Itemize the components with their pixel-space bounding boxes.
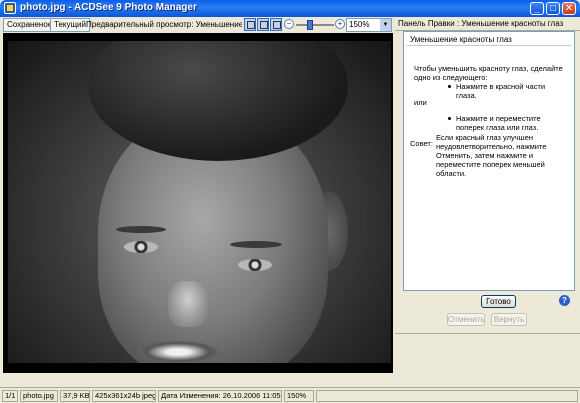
edit-panel-header: Панель Правки : Уменьшение красноты глаз [395, 17, 580, 31]
zoom-slider-thumb[interactable] [307, 20, 313, 30]
photo-right-brow [230, 241, 282, 248]
photo-right-eye[interactable] [238, 259, 272, 271]
edit-panel-footer [395, 333, 580, 373]
instruction-bullet-2: Нажмите и переместите поперек глаза или … [456, 114, 541, 132]
status-filename: photo.jpg [20, 390, 58, 402]
undo-button[interactable]: Отменить [447, 313, 485, 326]
single-view-icon[interactable] [270, 18, 282, 31]
photo-left-eye[interactable] [124, 241, 158, 253]
title-bar: photo.jpg - ACDSee 9 Photo Manager _ □ ✕ [0, 0, 580, 17]
edit-panel-body: Уменьшение красноты глаз Чтобы уменьшить… [403, 31, 575, 291]
chevron-down-icon[interactable]: ▼ [380, 19, 391, 31]
split-horizontal-icon[interactable] [257, 18, 269, 31]
minimize-button[interactable]: _ [530, 2, 544, 15]
photo-left-brow [116, 226, 166, 233]
status-modified-date: Дата Изменения: 26.10.2006 11:05:30 [158, 390, 282, 402]
bullet-icon [448, 85, 451, 88]
preview-toolbar: Сохраненое Текущий Предварительный просм… [2, 17, 392, 33]
tip-label: Совет: [410, 139, 433, 148]
preview-label: Предварительный просмотр: Уменьшение кра… [86, 20, 242, 29]
help-icon[interactable]: ? [559, 295, 570, 306]
image-preview-pane[interactable] [3, 33, 393, 373]
photo-image[interactable] [8, 41, 391, 363]
divider [407, 45, 571, 46]
maximize-button[interactable]: □ [546, 2, 560, 15]
status-bar: 1/1 photo.jpg 37,9 KB 425x361x24b jpeg Д… [0, 387, 580, 403]
status-zoom: 150% [284, 390, 314, 402]
zoom-value: 150% [349, 20, 370, 29]
close-button[interactable]: ✕ [562, 2, 576, 15]
status-filesize: 37,9 KB [60, 390, 90, 402]
instruction-bullet-1: Нажмите в красной части глаза. [456, 82, 546, 100]
zoom-out-button[interactable]: − [284, 19, 294, 29]
status-dimensions: 425x361x24b jpeg [92, 390, 156, 402]
bullet-icon [448, 117, 451, 120]
tip-text: Если красный глаз улучшен неудовлетворит… [436, 133, 547, 178]
done-button[interactable]: Готово [481, 295, 516, 308]
tool-title: Уменьшение красноты глаз [410, 35, 512, 44]
window-title: photo.jpg - ACDSee 9 Photo Manager [20, 2, 197, 13]
saved-view-button[interactable]: Сохраненое [3, 18, 57, 32]
photo-nose [168, 281, 208, 327]
redo-button[interactable]: Вернуть [491, 313, 527, 326]
zoom-in-button[interactable]: + [335, 19, 345, 29]
current-view-button[interactable]: Текущий [50, 18, 90, 32]
instruction-or: или [414, 98, 427, 107]
status-extra [316, 390, 578, 402]
status-image-index: 1/1 [2, 390, 18, 402]
photo-mouth [138, 341, 218, 363]
app-icon[interactable] [4, 2, 16, 14]
instructions-intro: Чтобы уменьшить красноту глаз, сделайте … [414, 64, 563, 82]
split-vertical-icon[interactable] [244, 18, 256, 31]
zoom-dropdown[interactable]: 150% ▼ [346, 18, 392, 32]
photo-hair [88, 41, 348, 161]
zoom-slider-track[interactable] [296, 24, 334, 26]
